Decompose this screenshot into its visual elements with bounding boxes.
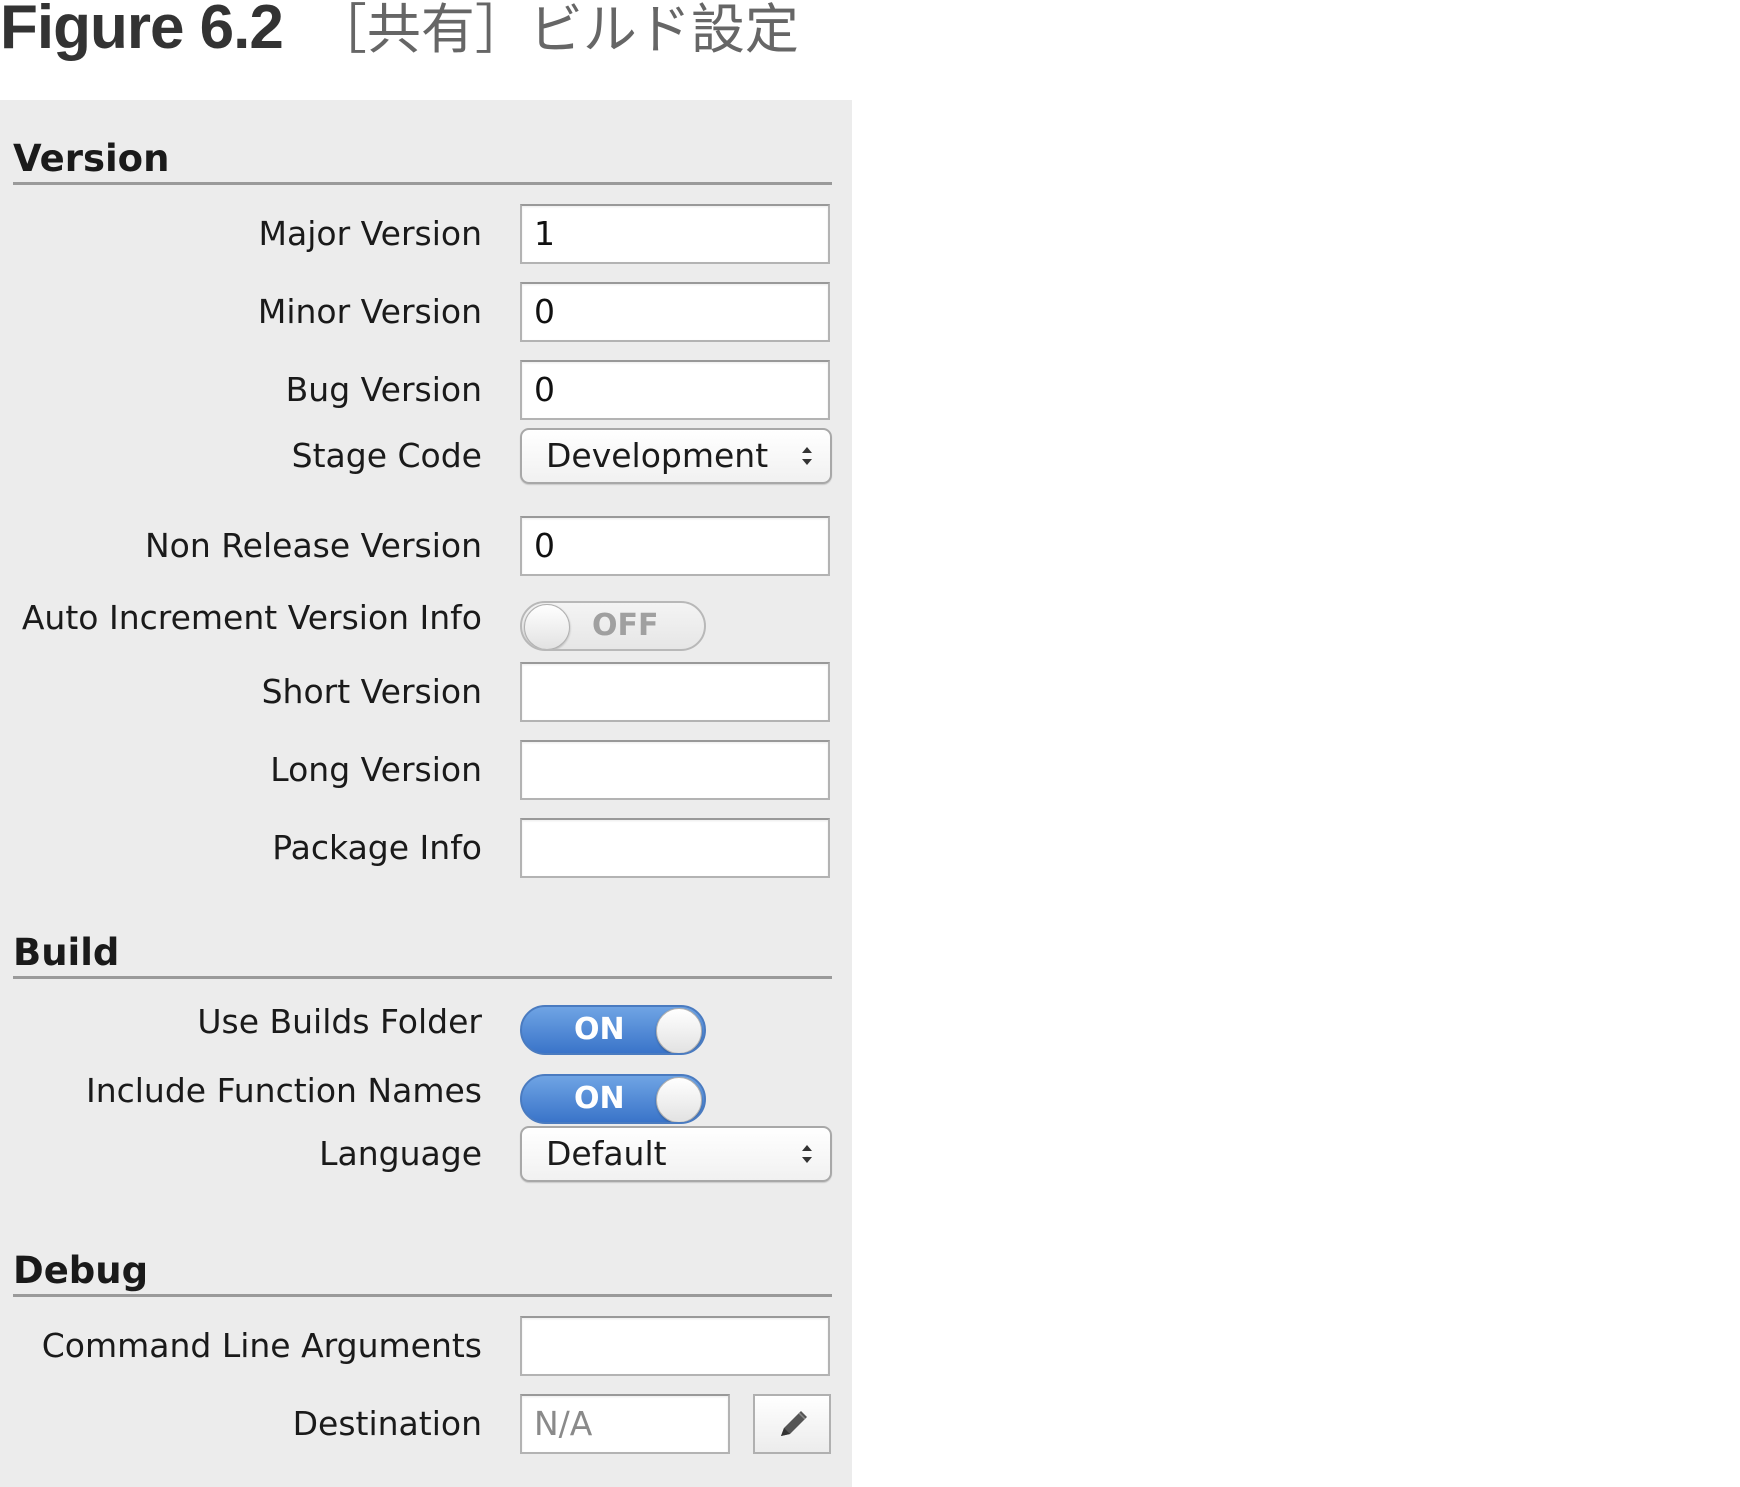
stage-code-label: Stage Code [291,436,482,475]
minor-version-label: Minor Version [257,292,482,331]
non-release-version-field[interactable]: 0 [520,516,830,576]
language-value: Default [546,1134,667,1173]
command-line-arguments-label: Command Line Arguments [41,1326,482,1365]
toggle-state-label: ON [574,1081,625,1116]
include-function-names-label: Include Function Names [85,1071,482,1110]
non-release-version-label: Non Release Version [144,526,482,565]
stage-code-select[interactable]: Development [520,428,832,484]
build-settings-panel: Version Major Version 1 Minor Version 0 … [0,100,852,1487]
edit-destination-button[interactable] [753,1394,831,1454]
short-version-field[interactable] [520,662,830,722]
section-header-version: Version [13,136,832,185]
include-function-names-toggle[interactable]: ON [520,1074,706,1124]
toggle-knob [656,1008,702,1053]
auto-increment-toggle[interactable]: OFF [520,601,706,651]
section-title-build: Build [13,931,120,974]
toggle-state-label: ON [574,1012,625,1047]
auto-increment-label: Auto Increment Version Info [21,598,482,637]
minor-version-field[interactable]: 0 [520,282,830,342]
toggle-knob [524,604,570,649]
up-down-chevron-icon [802,1145,812,1163]
toggle-state-label: OFF [592,608,659,643]
long-version-field[interactable] [520,740,830,800]
language-select[interactable]: Default [520,1126,832,1182]
language-label: Language [319,1134,482,1173]
use-builds-folder-label: Use Builds Folder [197,1002,482,1041]
destination-label: Destination [292,1404,482,1443]
destination-field: N/A [520,1394,730,1454]
bug-version-field[interactable]: 0 [520,360,830,420]
section-header-debug: Debug [13,1248,832,1297]
section-header-build: Build [13,930,832,979]
use-builds-folder-toggle[interactable]: ON [520,1005,706,1055]
package-info-field[interactable] [520,818,830,878]
figure-title: ［共有］ビルド設定 [312,0,799,61]
long-version-label: Long Version [270,750,482,789]
section-title-version: Version [13,137,170,180]
short-version-label: Short Version [261,672,482,711]
stage-code-value: Development [546,436,769,475]
package-info-label: Package Info [272,828,482,867]
section-title-debug: Debug [13,1249,149,1292]
toggle-knob [656,1077,702,1122]
major-version-label: Major Version [258,214,482,253]
bug-version-label: Bug Version [285,370,482,409]
figure-caption: Figure 6.2 ［共有］ビルド設定 [0,0,799,62]
command-line-arguments-field[interactable] [520,1316,830,1376]
major-version-field[interactable]: 1 [520,204,830,264]
pencil-icon [781,1411,807,1436]
up-down-chevron-icon [802,447,812,465]
figure-number: Figure 6.2 [0,0,284,62]
